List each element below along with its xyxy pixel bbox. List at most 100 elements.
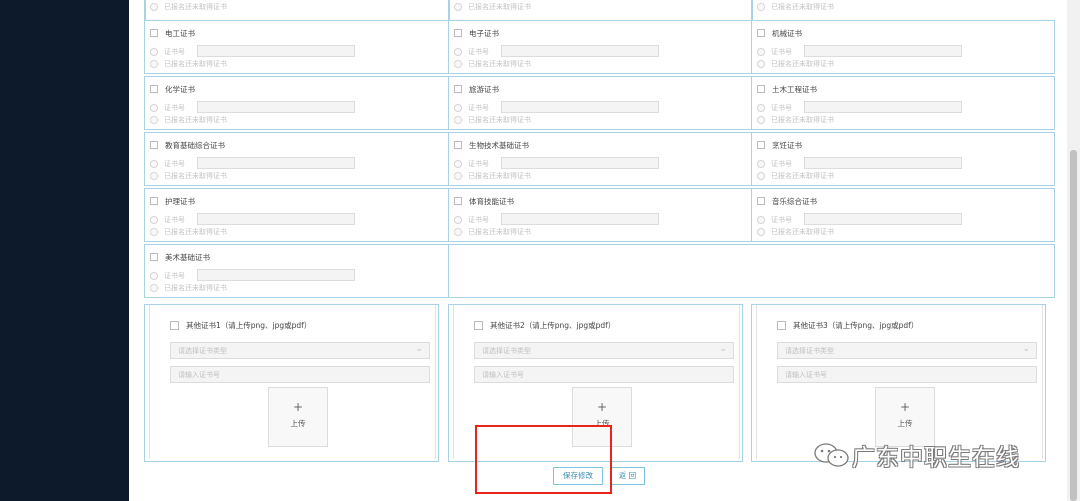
- other-certificate-checkbox[interactable]: [170, 321, 179, 330]
- number-label: 证书号: [164, 104, 185, 112]
- input-placeholder: 请输入证书号: [785, 371, 827, 379]
- certificate-number-input[interactable]: [501, 157, 659, 169]
- certificate-checkbox[interactable]: [454, 197, 462, 205]
- status-radio[interactable]: [150, 284, 158, 292]
- status-label: 已报名还未取得证书: [468, 60, 531, 68]
- certificate-checkbox[interactable]: [150, 197, 158, 205]
- number-label: 证书号: [164, 272, 185, 280]
- certificate-number-input[interactable]: [197, 101, 355, 113]
- number-radio[interactable]: [150, 160, 158, 168]
- certificate-name: 旅游证书: [469, 85, 499, 94]
- status-radio[interactable]: [757, 172, 765, 180]
- status-radio[interactable]: [150, 116, 158, 124]
- certificate-number-input[interactable]: [501, 101, 659, 113]
- status-label: 已报名还未取得证书: [468, 228, 531, 236]
- certificate-checkbox[interactable]: [150, 85, 158, 93]
- status-radio[interactable]: [150, 172, 158, 180]
- status-radio[interactable]: [454, 3, 462, 11]
- status-label: 已报名还未取得证书: [771, 228, 834, 236]
- sidebar: [0, 0, 129, 501]
- certificate-number-input[interactable]: 请输入证书号: [777, 366, 1037, 383]
- certificate-card-partial: 已报名还未取得证书: [448, 0, 531, 20]
- certificate-checkbox[interactable]: [757, 29, 765, 37]
- status-radio[interactable]: [757, 60, 765, 68]
- number-radio[interactable]: [757, 104, 765, 112]
- number-radio[interactable]: [454, 104, 462, 112]
- other-certificate-card-1: 其他证书1（请上传png、jpg或pdf） 请选择证书类型 ⌄ 请输入证书号 +…: [144, 304, 439, 462]
- certificate-name: 音乐综合证书: [772, 197, 817, 206]
- status-radio[interactable]: [757, 3, 765, 11]
- scrollbar-thumb[interactable]: [1070, 150, 1077, 501]
- certificate-name: 美术基础证书: [165, 253, 210, 262]
- number-radio[interactable]: [150, 48, 158, 56]
- status-radio[interactable]: [150, 3, 158, 11]
- number-radio[interactable]: [454, 216, 462, 224]
- number-radio[interactable]: [454, 160, 462, 168]
- certificate-number-input[interactable]: [804, 213, 962, 225]
- certificate-checkbox[interactable]: [150, 29, 158, 37]
- number-radio[interactable]: [757, 216, 765, 224]
- vertical-scrollbar[interactable]: [1067, 0, 1080, 501]
- select-placeholder: 请选择证书类型: [178, 347, 227, 355]
- number-radio[interactable]: [757, 48, 765, 56]
- certificate-checkbox[interactable]: [150, 141, 158, 149]
- certificate-checkbox[interactable]: [454, 85, 462, 93]
- certificate-number-input[interactable]: [197, 269, 355, 281]
- certificate-number-input[interactable]: [197, 157, 355, 169]
- certificate-checkbox[interactable]: [757, 85, 765, 93]
- certificate-card-chemistry: 化学证书 证书号 已报名还未取得证书: [144, 76, 449, 130]
- certificate-number-input[interactable]: [197, 213, 355, 225]
- certificate-type-select[interactable]: 请选择证书类型 ⌄: [170, 342, 430, 359]
- empty-cell: [448, 244, 1055, 298]
- status-radio[interactable]: [454, 228, 462, 236]
- number-label: 证书号: [771, 216, 792, 224]
- number-radio[interactable]: [150, 272, 158, 280]
- certificate-checkbox[interactable]: [757, 197, 765, 205]
- certificate-number-input[interactable]: [804, 45, 962, 57]
- certificate-type-select[interactable]: 请选择证书类型 ⌄: [474, 342, 734, 359]
- number-radio[interactable]: [150, 104, 158, 112]
- certificate-checkbox[interactable]: [454, 141, 462, 149]
- certificate-card-tourism: 旅游证书 证书号 已报名还未取得证书: [448, 76, 752, 130]
- certificate-card-mechanical: 机械证书 证书号 已报名还未取得证书: [751, 20, 1055, 74]
- number-label: 证书号: [771, 104, 792, 112]
- certificate-checkbox[interactable]: [454, 29, 462, 37]
- number-label: 证书号: [164, 160, 185, 168]
- number-radio[interactable]: [757, 160, 765, 168]
- certificate-card-cooking: 烹饪证书 证书号 已报名还未取得证书: [751, 132, 1055, 186]
- number-radio[interactable]: [150, 216, 158, 224]
- certificate-number-input[interactable]: 请输入证书号: [474, 366, 734, 383]
- certificate-number-input[interactable]: [501, 213, 659, 225]
- upload-button[interactable]: + 上传: [268, 387, 328, 447]
- back-button[interactable]: 返 回: [610, 467, 645, 485]
- select-placeholder: 请选择证书类型: [482, 347, 531, 355]
- certificate-checkbox[interactable]: [757, 141, 765, 149]
- status-radio[interactable]: [454, 60, 462, 68]
- status-radio[interactable]: [757, 116, 765, 124]
- certificate-number-input[interactable]: [804, 157, 962, 169]
- certificate-number-input[interactable]: 请输入证书号: [170, 366, 430, 383]
- certificate-number-input[interactable]: [197, 45, 355, 57]
- certificate-type-select[interactable]: 请选择证书类型 ⌄: [777, 342, 1037, 359]
- other-certificate-checkbox[interactable]: [777, 321, 786, 330]
- status-radio[interactable]: [150, 228, 158, 236]
- certificate-checkbox[interactable]: [150, 253, 158, 261]
- other-certificate-title: 其他证书1（请上传png、jpg或pdf）: [186, 321, 312, 330]
- status-radio[interactable]: [757, 228, 765, 236]
- certificate-name: 生物技术基础证书: [469, 141, 529, 150]
- number-radio[interactable]: [454, 48, 462, 56]
- status-radio[interactable]: [150, 60, 158, 68]
- other-certificate-checkbox[interactable]: [474, 321, 483, 330]
- status-label: 已报名还未取得证书: [771, 3, 834, 11]
- certificate-card-electronics: 电子证书 证书号 已报名还未取得证书: [448, 20, 752, 74]
- certificate-number-input[interactable]: [804, 101, 962, 113]
- certificate-card-partial: 已报名还未取得证书: [751, 0, 834, 20]
- plus-icon: +: [292, 400, 304, 414]
- certificate-number-input[interactable]: [501, 45, 659, 57]
- status-radio[interactable]: [454, 116, 462, 124]
- certificate-card-biotech: 生物技术基础证书 证书号 已报名还未取得证书: [448, 132, 752, 186]
- other-certificate-title: 其他证书2（请上传png、jpg或pdf）: [490, 321, 616, 330]
- status-radio[interactable]: [454, 172, 462, 180]
- status-label: 已报名还未取得证书: [771, 172, 834, 180]
- certificate-card-sports: 体育技能证书 证书号 已报名还未取得证书: [448, 188, 752, 242]
